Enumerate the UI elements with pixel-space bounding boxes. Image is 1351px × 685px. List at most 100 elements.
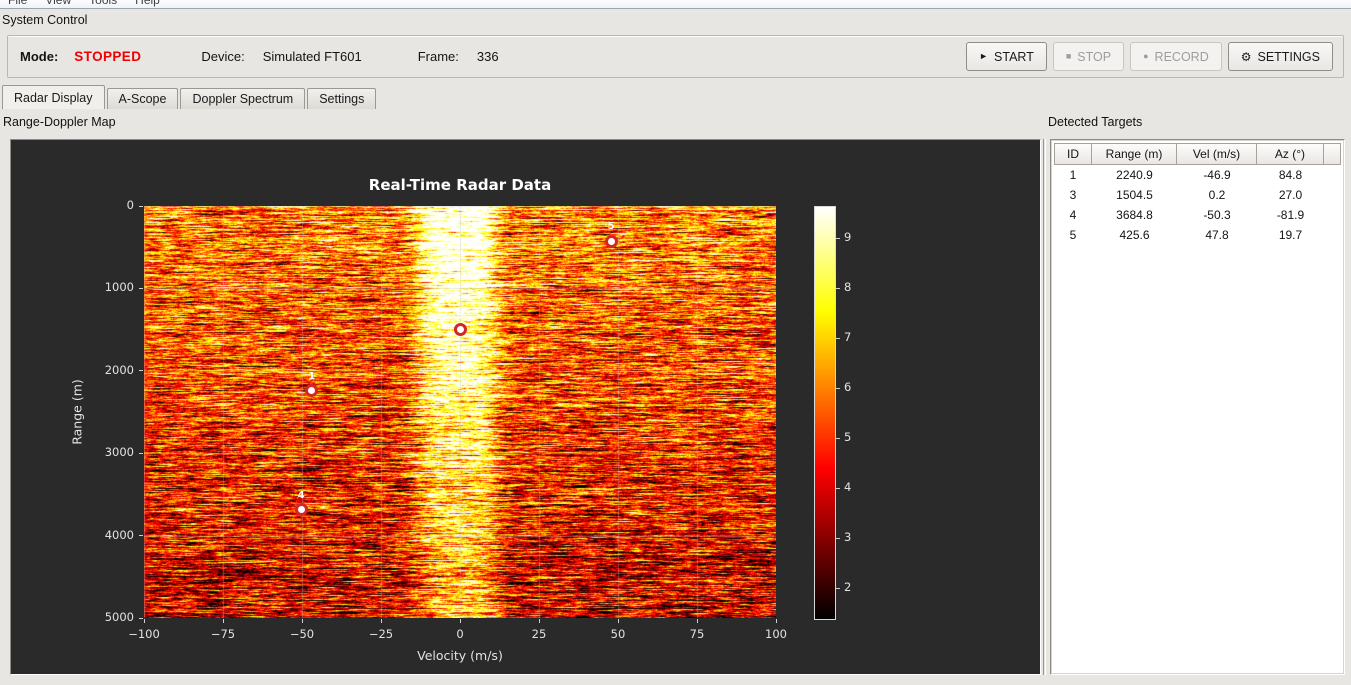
colorbar-tick-mark [836,487,840,489]
table-cell: 1 [1069,168,1077,182]
tab-radar-display[interactable]: Radar Display [2,85,105,109]
system-control-label: System Control [2,13,88,27]
x-tick-mark [459,619,461,623]
stop-button[interactable]: ■ STOP [1052,42,1125,71]
target-marker [294,503,308,517]
table-cell: -50.3 [1203,208,1231,222]
table-cell: 4 [1069,208,1077,222]
y-tick-mark [139,370,143,372]
table-cell: -46.9 [1203,168,1231,182]
colorbar-tick-label: 6 [844,380,852,394]
y-axis-label: Range (m) [69,379,85,445]
colorbar-tick-mark [836,287,840,289]
table-row[interactable]: 1 2240.9 -46.9 84.8 [1054,165,1341,185]
x-tick-mark [538,619,540,623]
menu-item-view[interactable]: View [45,0,81,7]
colorbar-tick-label: 8 [844,280,852,294]
table-cell: 84.8 [1278,168,1303,182]
column-header-2[interactable]: Vel (m/s) [1177,143,1257,165]
table-row[interactable]: 4 3684.8 -50.3 -81.9 [1054,205,1341,225]
system-control-groupbox: Mode: STOPPED Device: Simulated FT601 Fr… [7,35,1344,78]
table-cell: 5 [1069,228,1077,242]
colorbar-tick-label: 4 [844,480,852,494]
tab-settings[interactable]: Settings [307,88,377,109]
column-header-3[interactable]: Az (°) [1257,143,1324,165]
y-tick-label: 4000 [104,527,134,542]
x-tick-mark [301,619,303,623]
play-icon: ► [979,51,989,61]
colorbar-tick-label: 3 [844,530,852,544]
colorbar-tick-mark [836,337,840,339]
control-buttons: ► START ■ STOP ● RECORD ⚙ SETTINGS [966,36,1333,77]
tab-a-scope[interactable]: A-Scope [106,88,179,109]
target-marker-label: 1 [308,370,316,382]
table-cell: 47.8 [1205,228,1229,242]
table-row[interactable]: 3 1504.5 0.2 27.0 [1054,185,1341,205]
colorbar-tick-label: 5 [844,430,852,444]
targets-table-header: ID Range (m) Vel (m/s) Az (°) [1054,143,1341,165]
targets-table-body: 1 2240.9 -46.9 84.8 3 1504.5 0.2 27.0 4 3684.8 -50… [1054,165,1341,245]
x-tick-mark [617,619,619,623]
x-tick-label: −50 [289,627,315,641]
x-axis-label: Velocity (m/s) [417,648,503,663]
menu-item-tools[interactable]: Tools [89,0,127,7]
range-doppler-map-label: Range-Doppler Map [3,115,116,129]
range-doppler-plot-panel: Real-Time Radar Data Velocity (m/s) Rang… [10,139,1041,675]
menu-item-file[interactable]: File [8,0,37,7]
record-button[interactable]: ● RECORD [1130,42,1222,71]
table-cell: -81.9 [1276,208,1305,222]
frame-counter: 336 [476,49,499,64]
detected-targets-label: Detected Targets [1048,115,1143,129]
colorbar-tick-mark [836,387,840,389]
table-cell: 2240.9 [1116,168,1153,182]
colorbar-tick-mark [836,237,840,239]
target-marker-label: 4 [297,489,305,501]
target-marker [604,234,618,248]
x-tick-mark [696,619,698,623]
x-tick-label: −75 [210,627,236,641]
table-cell: 3 [1069,188,1077,202]
x-tick-label: 50 [610,627,626,641]
y-tick-mark [139,535,143,537]
gear-icon: ⚙ [1240,49,1252,64]
y-tick-label: 1000 [104,280,134,295]
x-tick-label: 100 [765,627,787,641]
x-tick-mark [222,619,224,623]
start-button[interactable]: ► START [966,42,1047,71]
button-label: START [994,49,1034,64]
status-row: Mode: STOPPED Device: Simulated FT601 Fr… [8,36,998,77]
radar-app-window: File View Tools Help System Control Mode: S… [0,0,1351,685]
y-tick-label: 5000 [104,610,134,624]
colorbar-tick-mark [836,437,840,439]
y-tick-mark [139,205,143,207]
table-row[interactable]: 5 425.6 47.8 19.7 [1054,225,1341,245]
y-tick-mark [139,452,143,454]
target-marker-label: 5 [607,221,615,233]
y-tick-mark [139,287,143,289]
colorbar-tick-label: 2 [844,580,852,594]
device-label: Device: [201,49,245,64]
frame-label: Frame: [417,49,459,64]
column-header-0[interactable]: ID [1054,143,1092,165]
tab-doppler-spectrum[interactable]: Doppler Spectrum [180,88,306,109]
colorbar-tick-mark [836,537,840,539]
mode-value: STOPPED [74,49,142,64]
x-tick-label: −100 [128,627,160,641]
settings-button[interactable]: ⚙ SETTINGS [1227,42,1333,71]
button-label: SETTINGS [1257,49,1320,64]
column-header-1[interactable]: Range (m) [1092,143,1177,165]
x-tick-mark [775,619,777,623]
x-tick-label: 25 [531,627,547,641]
target-marker-label: 3 [457,309,465,321]
range-doppler-heatmap [144,206,776,618]
panel-splitter[interactable] [1043,139,1046,675]
table-cell: 27.0 [1278,188,1303,202]
y-tick-label: 2000 [104,362,134,377]
colorbar-tick-label: 7 [844,330,852,344]
menu-item-help[interactable]: Help [135,0,170,7]
table-cell: 1504.5 [1116,188,1153,202]
colorbar-tick-mark [836,587,840,589]
targets-table: ID Range (m) Vel (m/s) Az (°) 1 2240.9 -46.9 8… [1054,143,1341,671]
table-cell: 0.2 [1208,188,1226,202]
y-tick-mark [139,617,143,619]
